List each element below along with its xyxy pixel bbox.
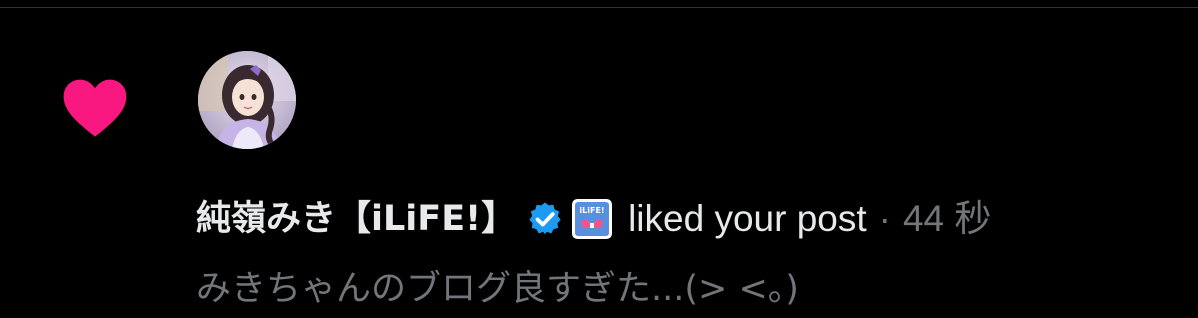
- affiliate-badge-icon[interactable]: iLiFE!: [572, 199, 613, 239]
- notification-headline: 純嶺みき【iLiFE!】 iLiFE! liked your post · 44…: [196, 191, 991, 247]
- avatar[interactable]: [198, 51, 296, 149]
- action-text: liked your post: [628, 198, 867, 239]
- separator-dot: ·: [878, 198, 891, 239]
- post-preview-text[interactable]: みきちゃんのブログ良すぎた...(> <。): [196, 261, 799, 317]
- heart-icon: [63, 79, 127, 137]
- affiliate-badge-text: iLiFE!: [579, 206, 604, 215]
- timestamp[interactable]: 44 秒: [903, 191, 991, 247]
- user-name-link[interactable]: 純嶺みき【iLiFE!】: [196, 191, 516, 247]
- verified-badge-icon[interactable]: [526, 200, 564, 238]
- like-notification[interactable]: 純嶺みき【iLiFE!】 iLiFE! liked your post · 44…: [0, 8, 1198, 318]
